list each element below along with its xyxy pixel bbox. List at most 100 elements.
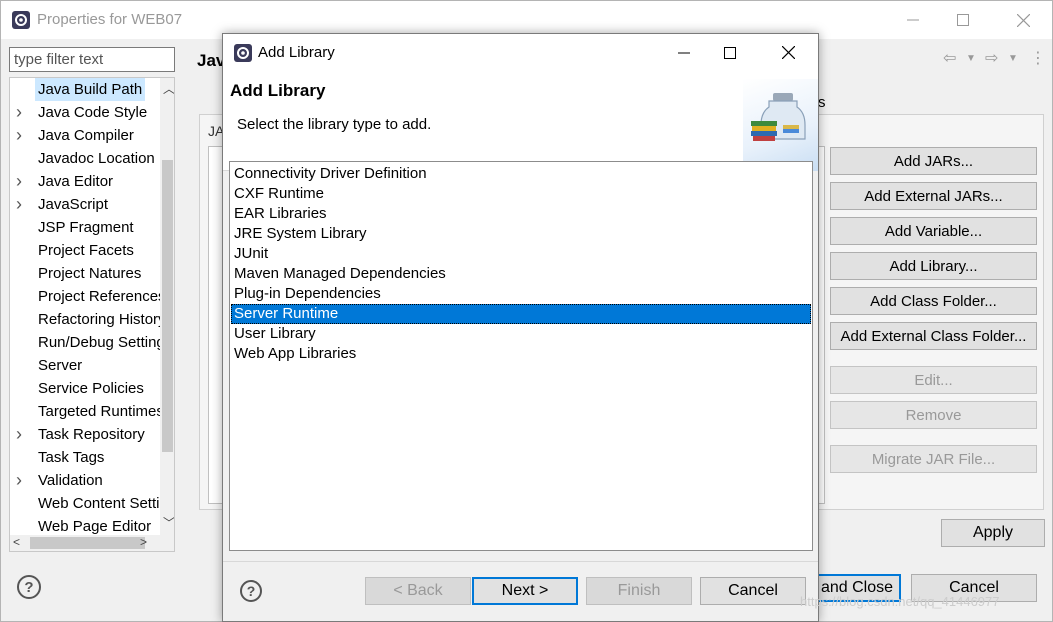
library-list-item[interactable]: JRE System Library	[231, 224, 811, 244]
scroll-right-icon[interactable]: >	[140, 535, 147, 549]
tree-item[interactable]: › Java Editor	[10, 170, 160, 193]
tree-item[interactable]: Service Policies	[10, 377, 160, 400]
tree-item[interactable]: Project Natures	[10, 262, 160, 285]
side-button[interactable]: Add External JARs...	[830, 182, 1037, 210]
library-list-item[interactable]: Connectivity Driver Definition	[231, 164, 811, 184]
add-library-dialog: Add Library Add Library Select the libra…	[222, 33, 819, 622]
library-list-item[interactable]: Plug-in Dependencies	[231, 284, 811, 304]
maximize-icon	[724, 46, 736, 59]
scroll-thumb[interactable]	[30, 537, 145, 549]
scroll-thumb[interactable]	[162, 160, 173, 452]
tree-item[interactable]: Run/Debug Settings	[10, 331, 160, 354]
finish-button[interactable]: Finish	[586, 577, 692, 605]
tree-item[interactable]: › Java Code Style	[10, 101, 160, 124]
dialog-minimize-button[interactable]	[661, 34, 707, 71]
more-icon[interactable]: ⋮	[1030, 48, 1046, 68]
tree-item[interactable]: Targeted Runtimes	[10, 400, 160, 423]
side-button[interactable]: Add JARs...	[830, 147, 1037, 175]
back-button[interactable]: < Back	[365, 577, 471, 605]
tree-horizontal-scrollbar[interactable]: < >	[10, 535, 174, 551]
tree-item-label: JavaScript	[38, 196, 109, 213]
tree-item-label: Task Repository	[38, 426, 145, 443]
dialog-cancel-button[interactable]: Cancel	[700, 577, 806, 605]
chevron-right-icon[interactable]: ›	[16, 469, 28, 492]
tree-item-label: JSP Fragment	[38, 219, 134, 236]
tree-vertical-scrollbar[interactable]: ︿ ﹀	[160, 78, 174, 535]
back-nav-icon[interactable]: ⇦	[943, 48, 956, 68]
property-tree: Java Build Path › Java Code Style › Java Com…	[9, 77, 175, 552]
tree-item[interactable]: Project References	[10, 285, 160, 308]
eclipse-icon	[234, 44, 252, 62]
tree-item[interactable]: Java Build Path	[10, 78, 160, 101]
tree-item-label: Targeted Runtimes	[38, 403, 160, 420]
side-button[interactable]: Edit...	[830, 366, 1037, 394]
help-icon[interactable]: ?	[17, 575, 41, 599]
close-icon	[781, 46, 795, 59]
forward-nav-icon[interactable]: ⇨	[985, 48, 998, 68]
scroll-up-icon[interactable]: ︿	[163, 80, 174, 97]
minimize-button[interactable]	[890, 1, 936, 39]
dialog-description: Select the library type to add.	[237, 116, 432, 133]
side-button[interactable]: Remove	[830, 401, 1037, 429]
side-button[interactable]: Add External Class Folder...	[830, 322, 1037, 350]
filter-input[interactable]	[9, 47, 175, 72]
tree-item[interactable]: Refactoring History	[10, 308, 160, 331]
dialog-help-icon[interactable]: ?	[240, 580, 262, 602]
dialog-title: Add Library	[258, 44, 335, 61]
tree-item-label: Server	[38, 357, 83, 374]
tree-item[interactable]: Project Facets	[10, 239, 160, 262]
properties-title: Properties for WEB07	[37, 11, 183, 28]
library-list-item[interactable]: JUnit	[231, 244, 811, 264]
tree-item[interactable]: JSP Fragment	[10, 216, 160, 239]
dialog-maximize-button[interactable]	[707, 34, 753, 71]
dialog-banner: Add Library Select the library type to a…	[223, 71, 818, 171]
apply-button[interactable]: Apply	[941, 519, 1045, 547]
tree-item-label: Validation	[38, 472, 103, 489]
library-jar-icon	[743, 79, 818, 171]
next-button[interactable]: Next >	[472, 577, 578, 605]
tree-item-label: Web Content Settings	[38, 495, 160, 512]
dialog-close-button[interactable]	[765, 34, 811, 71]
tree-item[interactable]: Server	[10, 354, 160, 377]
tree-item-label: Project References	[38, 288, 160, 305]
side-button[interactable]: Add Library...	[830, 252, 1037, 280]
library-list-item[interactable]: Maven Managed Dependencies	[231, 264, 811, 284]
maximize-icon	[957, 14, 969, 26]
back-menu-icon[interactable]: ▼	[966, 53, 976, 64]
library-list-item[interactable]: Server Runtime	[231, 304, 811, 324]
chevron-right-icon[interactable]: ›	[16, 423, 28, 446]
tree-item[interactable]: › Java Compiler	[10, 124, 160, 147]
tree-item[interactable]: › Task Repository	[10, 423, 160, 446]
library-list-item[interactable]: Web App Libraries	[231, 344, 811, 364]
tree-item-label: Project Natures	[38, 265, 142, 282]
chevron-right-icon[interactable]: ›	[16, 193, 28, 216]
maximize-button[interactable]	[940, 1, 986, 39]
chevron-right-icon[interactable]: ›	[16, 124, 28, 147]
scroll-left-icon[interactable]: <	[13, 535, 20, 549]
side-button[interactable]: Add Class Folder...	[830, 287, 1037, 315]
tree-item[interactable]: › Validation	[10, 469, 160, 492]
library-list-item[interactable]: CXF Runtime	[231, 184, 811, 204]
tree-item[interactable]: › JavaScript	[10, 193, 160, 216]
side-button[interactable]: Migrate JAR File...	[830, 445, 1037, 473]
tree-item-label: Service Policies	[38, 380, 144, 397]
library-list-item[interactable]: EAR Libraries	[231, 204, 811, 224]
dialog-footer-divider	[223, 561, 818, 562]
chevron-right-icon[interactable]: ›	[16, 101, 28, 124]
tree-item[interactable]: Javadoc Location	[10, 147, 160, 170]
close-button[interactable]	[1000, 1, 1046, 39]
minimize-icon	[678, 52, 690, 53]
tree-item[interactable]: Web Content Settings	[10, 492, 160, 515]
scroll-down-icon[interactable]: ﹀	[163, 514, 174, 531]
tree-item[interactable]: Task Tags	[10, 446, 160, 469]
close-icon	[1016, 13, 1030, 27]
chevron-right-icon[interactable]: ›	[16, 170, 28, 193]
library-type-list[interactable]: Connectivity Driver Definition CXF Runtim…	[229, 161, 813, 551]
library-list-item[interactable]: User Library	[231, 324, 811, 344]
tree-item-label: Java Compiler	[38, 127, 134, 144]
dialog-heading: Add Library	[230, 81, 326, 100]
forward-menu-icon[interactable]: ▼	[1008, 53, 1018, 64]
side-button[interactable]: Add Variable...	[830, 217, 1037, 245]
tree-item-label: Javadoc Location	[38, 150, 155, 167]
eclipse-icon	[12, 11, 30, 29]
